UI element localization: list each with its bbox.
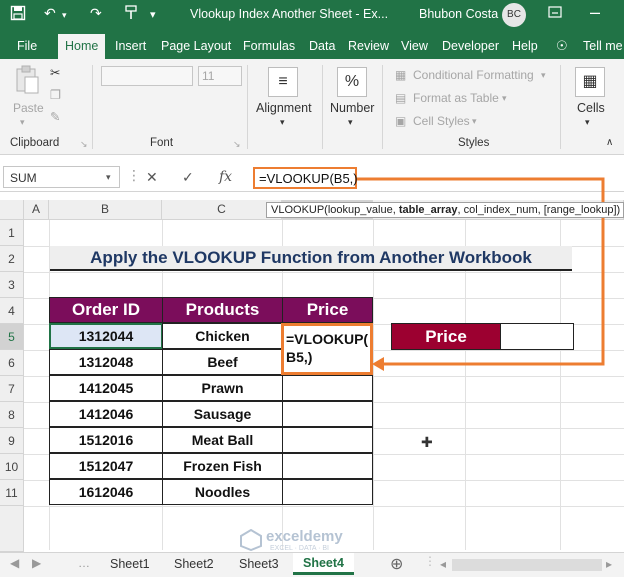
tooltip-function: VLOOKUP( [271, 204, 328, 216]
scroll-right-icon[interactable]: ▶ [32, 556, 41, 570]
horizontal-scrollbar[interactable] [452, 559, 602, 571]
more-sheets-icon[interactable]: … [78, 556, 90, 570]
watermark-logo: exceldemy EXCEL · DATA · BI [240, 527, 380, 553]
sheet-tab-bar: ◀ ▶ … Sheet1 Sheet2 Sheet3 Sheet4 ⊕ ⋮ ◂ … [0, 552, 624, 577]
function-tooltip: VLOOKUP(lookup_value, table_array, col_i… [266, 202, 624, 218]
hscroll-left-icon[interactable]: ◂ [440, 557, 446, 571]
hscroll-right-icon[interactable]: ▸ [606, 557, 612, 571]
watermark-subtitle: EXCEL · DATA · BI [270, 545, 329, 552]
sheet-tab-1[interactable]: Sheet1 [110, 557, 150, 571]
sheet-tab-3[interactable]: Sheet3 [239, 557, 279, 571]
scroll-left-icon[interactable]: ◀ [10, 556, 19, 570]
watermark-text: exceldemy [266, 528, 343, 545]
cell-cursor-icon: ✚ [421, 434, 433, 450]
tooltip-args-rest[interactable]: , col_index_num, [range_lookup]) [458, 204, 621, 216]
tooltip-arg-lookup-value[interactable]: lookup_value, [328, 204, 399, 216]
tab-splitter-icon[interactable]: ⋮ [424, 554, 436, 568]
add-sheet-icon[interactable]: ⊕ [390, 554, 403, 574]
tooltip-arg-table-array[interactable]: table_array [399, 204, 458, 216]
watermark-icon [240, 529, 262, 551]
sheet-tab-2[interactable]: Sheet2 [174, 557, 214, 571]
sheet-tab-4[interactable]: Sheet4 [293, 553, 354, 575]
annotation-arrow [357, 177, 605, 371]
